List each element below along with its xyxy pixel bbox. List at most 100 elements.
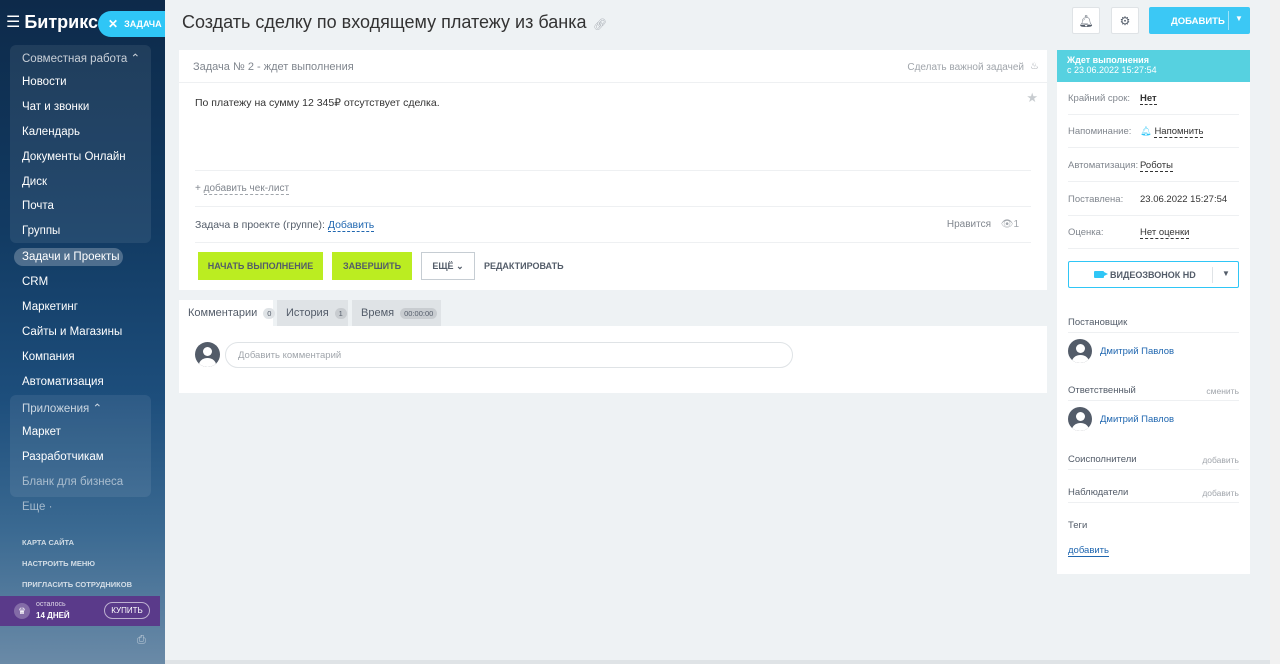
sidebar-item-documents[interactable]: Документы Онлайн	[22, 151, 126, 163]
sidebar-item-tasks[interactable]: Задачи и Проекты	[22, 251, 120, 263]
sidebar-item-marketing[interactable]: Маркетинг	[22, 301, 78, 313]
tab-label: Время	[361, 307, 395, 319]
add-button-divider	[1228, 11, 1229, 30]
views-count: 👁︎1	[1000, 219, 1019, 230]
sidebar-item-market[interactable]: Маркет	[22, 426, 61, 438]
person-name[interactable]: Дмитрий Павлов	[1100, 346, 1174, 357]
menu-icon[interactable]: ☰	[6, 12, 20, 32]
close-icon: ✕	[108, 17, 119, 31]
add-coexecutor-link[interactable]: добавить	[1202, 455, 1239, 465]
bottom-bar	[165, 660, 1270, 664]
start-button[interactable]: НАЧАТЬ ВЫПОЛНЕНИЕ	[198, 252, 323, 280]
add-checklist-link[interactable]: + добавить чек-лист	[195, 183, 290, 195]
reminder-row: Напоминание: 🔔︎ Напомнить	[1068, 115, 1239, 148]
tab-time[interactable]: Время 00:00:00	[352, 300, 441, 326]
add-observer-link[interactable]: добавить	[1202, 488, 1239, 498]
star-icon[interactable]: ★	[1026, 90, 1038, 106]
responsible-section: Ответственный сменить	[1068, 381, 1239, 401]
invite-employees-link[interactable]: ПРИГЛАСИТЬ СОТРУДНИКОВ	[22, 580, 132, 589]
field-label: Автоматизация:	[1068, 160, 1139, 171]
avatar	[1068, 339, 1092, 363]
project-label: Задача в проекте (группе):	[195, 219, 325, 231]
tab-count: 00:00:00	[400, 307, 438, 319]
finish-button[interactable]: ЗАВЕРШИТЬ	[332, 252, 412, 280]
status-since: с 23.06.2022 15:27:54	[1067, 65, 1157, 75]
eye-icon: 👁︎	[1000, 219, 1014, 230]
status-badge: Ждет выполнения с 23.06.2022 15:27:54	[1057, 50, 1250, 82]
section-label: Соисполнители	[1068, 454, 1137, 465]
chevron-down-icon[interactable]: ▼	[1222, 269, 1230, 278]
tab-comments[interactable]: Комментарии 0	[179, 300, 276, 326]
sidebar-item-groups[interactable]: Группы	[22, 225, 60, 237]
section-label: Постановщик	[1068, 317, 1128, 328]
creator-person[interactable]: Дмитрий Павлов	[1068, 339, 1239, 363]
sidebar-item-crm[interactable]: CRM	[22, 276, 48, 288]
camera-icon	[1094, 271, 1108, 278]
chevron-down-icon[interactable]: ▼	[1235, 14, 1243, 23]
sitemap-link[interactable]: КАРТА САЙТА	[22, 538, 74, 547]
divider	[195, 242, 1031, 243]
section-label: Теги	[1068, 520, 1088, 531]
project-add-link[interactable]: Добавить	[327, 219, 375, 232]
task-status-line: Задача № 2 - ждет выполнения	[193, 61, 354, 73]
divider	[195, 206, 1031, 207]
sidebar-item-disk[interactable]: Диск	[22, 176, 47, 188]
link-icon[interactable]: 🔗︎	[593, 18, 607, 31]
sidebar-item-mail[interactable]: Почта	[22, 200, 54, 212]
deadline-value[interactable]: Нет	[1140, 93, 1157, 105]
like-link[interactable]: Нравится	[947, 219, 991, 230]
tags-section: Теги	[1068, 516, 1239, 536]
task-close-pill[interactable]: ✕ ЗАДАЧА	[98, 11, 165, 37]
sidebar-item-chat[interactable]: Чат и звонки	[22, 101, 89, 113]
settings-button[interactable]: ⚙	[1111, 7, 1139, 34]
sidebar-item-forms[interactable]: Бланк для бизнеса	[22, 476, 123, 488]
more-button[interactable]: ЕЩЁ ⌄	[421, 252, 475, 280]
task-description: По платежу на сумму 12 345₽ отсутствует …	[195, 97, 440, 109]
reminder-link[interactable]: 🔔︎ Напомнить	[1140, 126, 1204, 138]
sidebar-group-apps[interactable]: Приложения ⌃	[22, 401, 102, 415]
printer-icon[interactable]: ⎙	[137, 634, 146, 647]
tab-count: 1	[334, 307, 347, 319]
created-row: Поставлена: 23.06.2022 15:27:54	[1068, 183, 1239, 216]
trial-days: 14 ДНЕЙ	[36, 611, 70, 620]
comments-panel	[179, 326, 1047, 393]
page-title: Создать сделку по входящему платежу из б…	[182, 12, 587, 32]
add-button[interactable]: ДОБАВИТЬ ▼	[1149, 7, 1250, 34]
flame-icon[interactable]: ♨	[1030, 61, 1039, 72]
video-call-button[interactable]: ВИДЕОЗВОНОК HD ▼	[1068, 261, 1239, 288]
video-button-divider	[1212, 267, 1213, 283]
task-card-header: Задача № 2 - ждет выполнения Сделать важ…	[179, 50, 1047, 83]
make-important-link[interactable]: Сделать важной задачей	[907, 62, 1024, 73]
page-scrollbar[interactable]	[1270, 0, 1280, 664]
sidebar-group-collaboration[interactable]: Совместная работа ⌃	[22, 51, 140, 65]
person-name[interactable]: Дмитрий Павлов	[1100, 414, 1174, 425]
sidebar-item-calendar[interactable]: Календарь	[22, 126, 80, 138]
add-tag-link[interactable]: добавить	[1068, 545, 1109, 557]
sidebar-item-automation[interactable]: Автоматизация	[22, 376, 104, 388]
sidebar-item-sites[interactable]: Сайты и Магазины	[22, 326, 122, 338]
tab-count: 0	[263, 307, 276, 319]
robots-link[interactable]: Роботы	[1140, 160, 1173, 172]
rating-link[interactable]: Нет оценки	[1140, 227, 1190, 239]
sidebar-item-developers[interactable]: Разработчикам	[22, 451, 104, 463]
responsible-person[interactable]: Дмитрий Павлов	[1068, 407, 1239, 431]
configure-menu-link[interactable]: НАСТРОИТЬ МЕНЮ	[22, 559, 95, 568]
edit-button[interactable]: РЕДАКТИРОВАТЬ	[484, 261, 564, 271]
field-label: Поставлена:	[1068, 194, 1124, 205]
comment-input[interactable]	[225, 342, 793, 368]
bell-button[interactable]: 🔔︎	[1072, 7, 1100, 34]
change-responsible-link[interactable]: сменить	[1206, 386, 1239, 396]
crown-icon: ♛	[14, 603, 30, 619]
tab-label: История	[286, 307, 329, 319]
buy-button[interactable]: КУПИТЬ	[104, 602, 150, 619]
field-label: Напоминание:	[1068, 126, 1132, 137]
trial-label: осталось	[36, 601, 66, 608]
sidebar-item-more[interactable]: Еще ·	[22, 501, 52, 513]
sidebar-item-company[interactable]: Компания	[22, 351, 75, 363]
created-value: 23.06.2022 15:27:54	[1140, 194, 1228, 205]
sidebar-item-news[interactable]: Новости	[22, 76, 67, 88]
section-label: Наблюдатели	[1068, 487, 1129, 498]
chevron-up-icon: ⌃	[92, 403, 103, 415]
video-call-label: ВИДЕОЗВОНОК HD	[1110, 270, 1196, 280]
tab-history[interactable]: История 1	[277, 300, 348, 326]
